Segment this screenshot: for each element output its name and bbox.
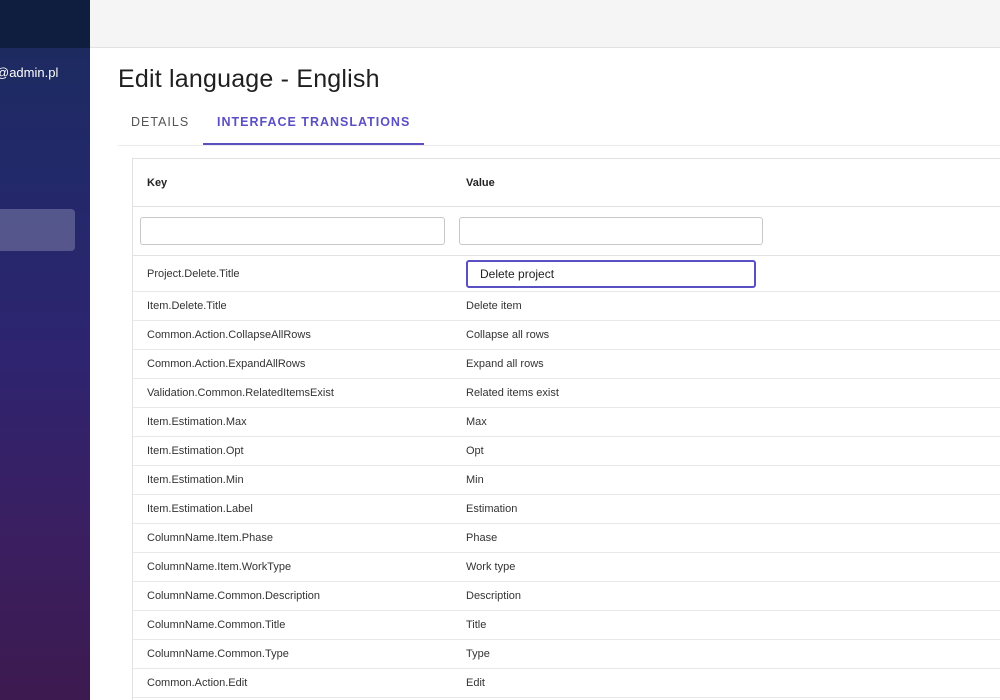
row-key: Item.Estimation.Opt (147, 445, 244, 457)
table-header: Key Value (133, 159, 1000, 207)
top-bar (90, 0, 1000, 48)
table-body: Project.Delete.Title Item.Delete.Title De… (133, 256, 1000, 698)
table-row[interactable]: Item.Estimation.Min Min (133, 466, 1000, 495)
row-key: Common.Action.Edit (147, 677, 248, 689)
table-row[interactable]: ColumnName.Common.Description Description (133, 582, 1000, 611)
sidebar: @admin.pl (0, 0, 90, 700)
row-value[interactable]: Estimation (466, 503, 517, 515)
row-value[interactable]: Phase (466, 532, 497, 544)
table-row[interactable]: Common.Action.CollapseAllRows Collapse al… (133, 321, 1000, 350)
table-row[interactable]: Item.Estimation.Opt Opt (133, 437, 1000, 466)
row-value[interactable]: Edit (466, 677, 485, 689)
row-key: ColumnName.Common.Description (147, 590, 321, 602)
value-edit-input[interactable] (466, 260, 756, 288)
row-key: Common.Action.ExpandAllRows (147, 358, 306, 370)
table-row-editing[interactable]: Project.Delete.Title (133, 256, 1000, 292)
key-filter-input[interactable] (140, 217, 445, 245)
row-key: Project.Delete.Title (147, 268, 240, 280)
sidebar-header (0, 0, 90, 48)
row-key: ColumnName.Item.WorkType (147, 561, 292, 573)
table-row[interactable]: Item.Estimation.Label Estimation (133, 495, 1000, 524)
column-header-key[interactable]: Key (147, 159, 167, 207)
row-value[interactable]: Min (466, 474, 484, 486)
row-value[interactable]: Delete item (466, 300, 522, 312)
column-header-value[interactable]: Value (466, 159, 495, 207)
row-value[interactable]: Title (466, 619, 486, 631)
row-value[interactable]: Max (466, 416, 487, 428)
tab-bar: DETAILS INTERFACE TRANSLATIONS (118, 100, 1000, 145)
table-row[interactable]: Common.Action.ExpandAllRows Expand all ro… (133, 350, 1000, 379)
row-key: Item.Estimation.Label (147, 503, 253, 515)
tab-details[interactable]: DETAILS (131, 100, 189, 145)
table-row[interactable]: ColumnName.Common.Title Title (133, 611, 1000, 640)
row-value[interactable]: Description (466, 590, 521, 602)
table-row[interactable]: Common.Action.Edit Edit (133, 669, 1000, 698)
value-filter-input[interactable] (459, 217, 763, 245)
table-row[interactable]: Validation.Common.RelatedItemsExist Relat… (133, 379, 1000, 408)
tab-divider (118, 145, 1000, 146)
translations-table: Key Value Project.Delete.Title Item.Dele… (132, 158, 1000, 700)
row-value[interactable]: Expand all rows (466, 358, 544, 370)
table-row[interactable]: ColumnName.Item.Phase Phase (133, 524, 1000, 553)
row-key: ColumnName.Common.Title (147, 619, 286, 631)
row-value[interactable]: Related items exist (466, 387, 559, 399)
row-key: ColumnName.Item.Phase (147, 532, 273, 544)
row-key: ColumnName.Common.Type (147, 648, 289, 660)
sidebar-active-item[interactable] (0, 209, 75, 251)
row-key: Item.Delete.Title (147, 300, 227, 312)
row-key: Item.Estimation.Min (147, 474, 244, 486)
row-value[interactable]: Collapse all rows (466, 329, 549, 341)
table-row[interactable]: Item.Delete.Title Delete item (133, 292, 1000, 321)
page-title: Edit language - English (118, 65, 380, 93)
row-value[interactable]: Type (466, 648, 490, 660)
row-key: Validation.Common.RelatedItemsExist (147, 387, 334, 399)
row-value[interactable]: Work type (466, 561, 515, 573)
row-key: Item.Estimation.Max (147, 416, 247, 428)
table-row[interactable]: ColumnName.Common.Type Type (133, 640, 1000, 669)
row-key: Common.Action.CollapseAllRows (147, 329, 311, 341)
table-row[interactable]: ColumnName.Item.WorkType Work type (133, 553, 1000, 582)
filter-row (133, 207, 1000, 256)
row-value[interactable]: Opt (466, 445, 484, 457)
user-email: @admin.pl (0, 65, 59, 80)
tab-interface-translations[interactable]: INTERFACE TRANSLATIONS (203, 100, 425, 145)
table-row[interactable]: Item.Estimation.Max Max (133, 408, 1000, 437)
